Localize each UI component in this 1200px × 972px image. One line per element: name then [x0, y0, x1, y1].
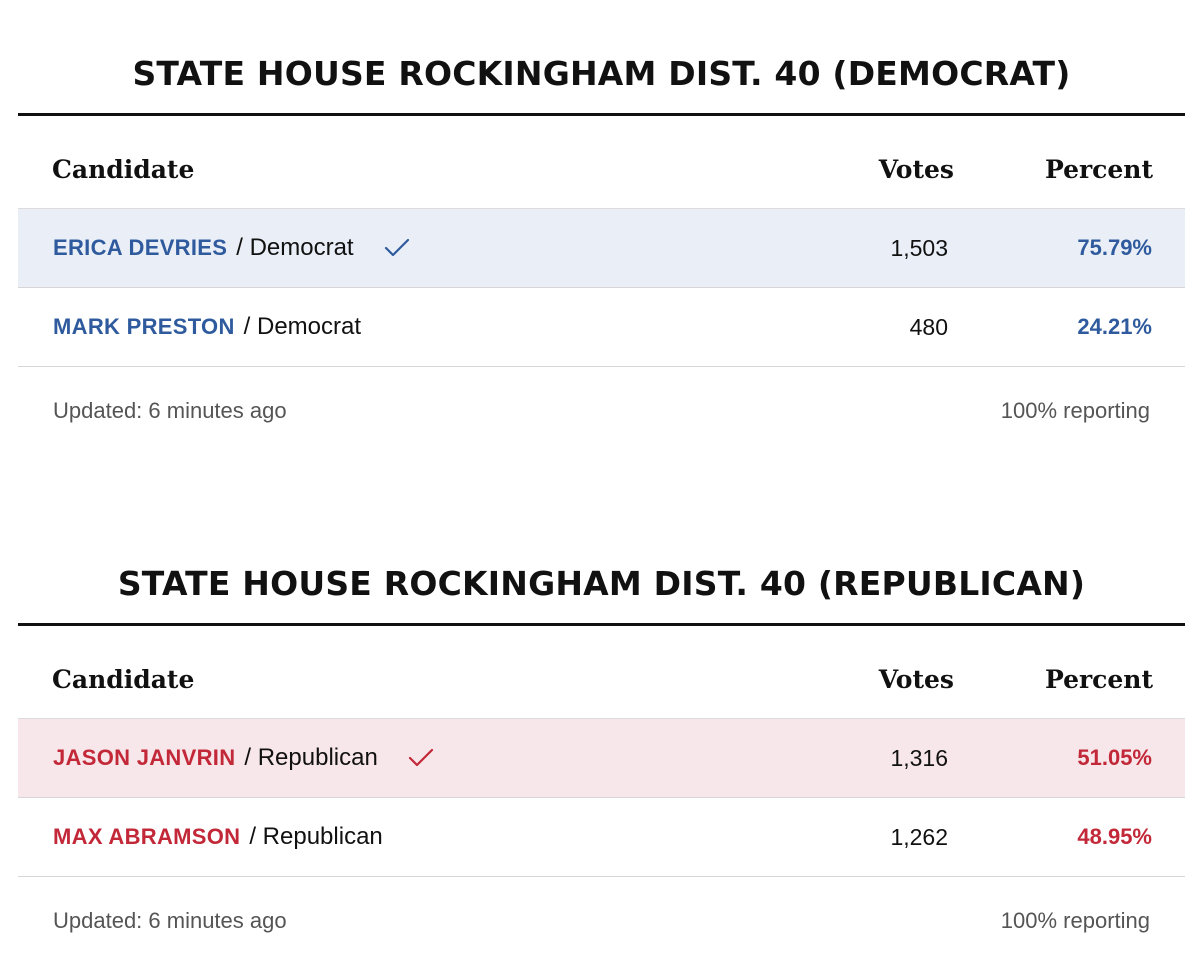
candidate-name: MAX ABRAMSON: [53, 824, 241, 849]
updated-timestamp: Updated: 6 minutes ago: [53, 908, 287, 933]
candidate-percent: 24.21%: [1077, 314, 1152, 339]
candidate-party: / Democrat: [236, 234, 354, 261]
reporting-status: 100% reporting: [1000, 398, 1150, 423]
checkmark-icon: [384, 235, 410, 261]
candidate-percent: 48.95%: [1077, 824, 1152, 849]
column-header-votes: Votes: [878, 155, 954, 184]
column-header-percent: Percent: [1044, 665, 1153, 694]
checkmark-icon: [408, 745, 434, 771]
candidate-votes: 1,316: [890, 745, 948, 771]
race-title: STATE HOUSE ROCKINGHAM DIST. 40 (DEMOCRA…: [18, 0, 1185, 116]
table-row: ERICA DEVRIES / Democrat 1,503 75.79%: [18, 209, 1185, 288]
candidate-percent: 51.05%: [1077, 745, 1152, 770]
column-header-candidate: Candidate: [52, 155, 195, 184]
column-header-percent: Percent: [1044, 155, 1153, 184]
race-democrat: STATE HOUSE ROCKINGHAM DIST. 40 (DEMOCRA…: [18, 0, 1185, 459]
table-header: Candidate Votes Percent: [18, 626, 1185, 719]
candidate-votes: 1,503: [890, 235, 948, 261]
race-republican: STATE HOUSE ROCKINGHAM DIST. 40 (REPUBLI…: [18, 510, 1185, 969]
race-title: STATE HOUSE ROCKINGHAM DIST. 40 (REPUBLI…: [18, 510, 1185, 626]
race-footer: Updated: 6 minutes ago 100% reporting: [18, 367, 1185, 459]
candidate-name: ERICA DEVRIES: [53, 235, 228, 260]
candidate-party: / Democrat: [243, 313, 362, 340]
race-footer: Updated: 6 minutes ago 100% reporting: [18, 877, 1185, 969]
candidate-votes: 480: [909, 314, 948, 340]
table-header: Candidate Votes Percent: [18, 116, 1185, 209]
column-header-candidate: Candidate: [52, 665, 195, 694]
column-header-votes: Votes: [878, 665, 954, 694]
candidate-name: MARK PRESTON: [53, 314, 235, 339]
reporting-status: 100% reporting: [1000, 908, 1150, 933]
candidate-party: / Republican: [244, 744, 378, 771]
table-row: MAX ABRAMSON / Republican 1,262 48.95%: [18, 798, 1185, 877]
candidate-percent: 75.79%: [1077, 235, 1152, 260]
updated-timestamp: Updated: 6 minutes ago: [53, 398, 287, 423]
candidate-votes: 1,262: [890, 824, 948, 850]
table-row: MARK PRESTON / Democrat 480 24.21%: [18, 288, 1185, 367]
candidate-name: JASON JANVRIN: [53, 745, 236, 770]
table-row: JASON JANVRIN / Republican 1,316 51.05%: [18, 719, 1185, 798]
candidate-party: / Republican: [249, 823, 383, 850]
